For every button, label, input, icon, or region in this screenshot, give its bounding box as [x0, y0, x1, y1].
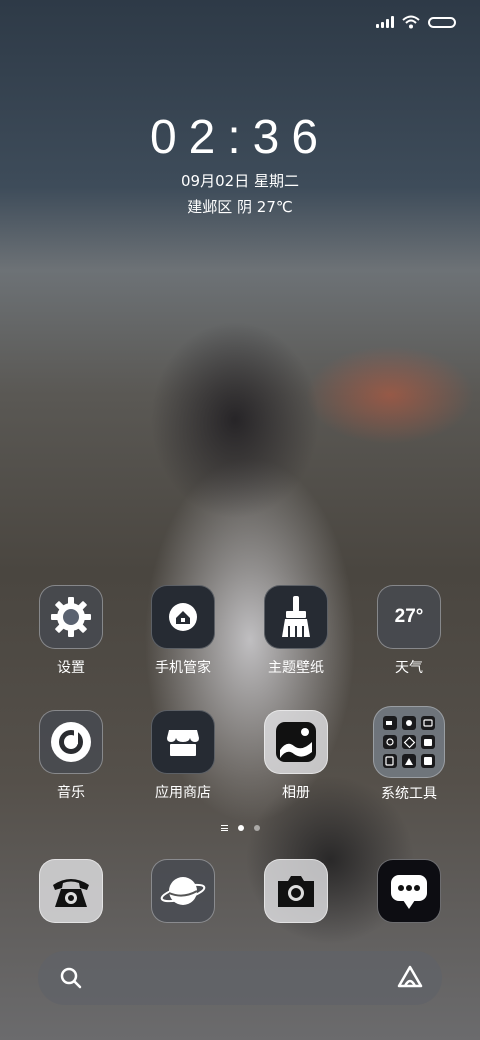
app-gallery[interactable]: 相册 — [250, 710, 342, 802]
folder-system-tools[interactable]: 系统工具 — [363, 706, 455, 803]
page-indicator[interactable] — [0, 825, 480, 831]
app-label: 天气 — [395, 660, 423, 676]
weather-temp-badge: 27° — [394, 606, 424, 627]
page-list-icon[interactable] — [220, 825, 228, 831]
message-icon — [377, 859, 441, 923]
store-icon — [151, 710, 215, 774]
planet-icon — [151, 859, 215, 923]
status-bar — [376, 12, 456, 32]
phone-icon — [39, 859, 103, 923]
search-bar[interactable] — [38, 951, 442, 1005]
camera-icon — [264, 859, 328, 923]
battery-icon — [428, 16, 456, 28]
dock-camera[interactable] — [250, 859, 342, 923]
clock-time[interactable]: 02:36 — [0, 110, 480, 165]
assistant-icon[interactable] — [396, 964, 424, 990]
dock-phone[interactable] — [25, 859, 117, 923]
clock-date[interactable]: 09月02日 星期二 — [0, 170, 480, 191]
dock-messages[interactable] — [363, 859, 455, 923]
page-dot-1[interactable] — [237, 825, 244, 831]
app-label: 音乐 — [57, 785, 85, 801]
weather-icon: 27° — [377, 585, 441, 649]
dock-browser[interactable] — [137, 859, 229, 923]
wifi-icon — [402, 15, 420, 29]
app-themes[interactable]: 主题壁纸 — [250, 585, 342, 677]
app-label: 系统工具 — [381, 786, 437, 802]
gear-icon — [39, 585, 103, 649]
app-weather[interactable]: 27° 天气 — [363, 585, 455, 677]
app-label: 应用商店 — [155, 785, 211, 801]
shield-home-icon — [151, 585, 215, 649]
location-weather[interactable]: 建邺区 阴 27℃ — [0, 196, 480, 217]
search-icon[interactable] — [60, 967, 82, 989]
app-store[interactable]: 应用商店 — [137, 710, 229, 802]
gallery-icon — [264, 710, 328, 774]
music-disc-icon — [39, 710, 103, 774]
app-label: 主题壁纸 — [268, 660, 324, 676]
paintbrush-icon — [264, 585, 328, 649]
app-label: 设置 — [57, 660, 85, 676]
app-phone-manager[interactable]: 手机管家 — [137, 585, 229, 677]
app-label: 手机管家 — [155, 660, 211, 676]
folder-grid-icon — [373, 706, 445, 778]
signal-icon — [376, 16, 394, 28]
page-dot-2[interactable] — [253, 825, 260, 831]
app-label: 相册 — [282, 785, 310, 801]
app-music[interactable]: 音乐 — [25, 710, 117, 802]
app-settings[interactable]: 设置 — [25, 585, 117, 677]
